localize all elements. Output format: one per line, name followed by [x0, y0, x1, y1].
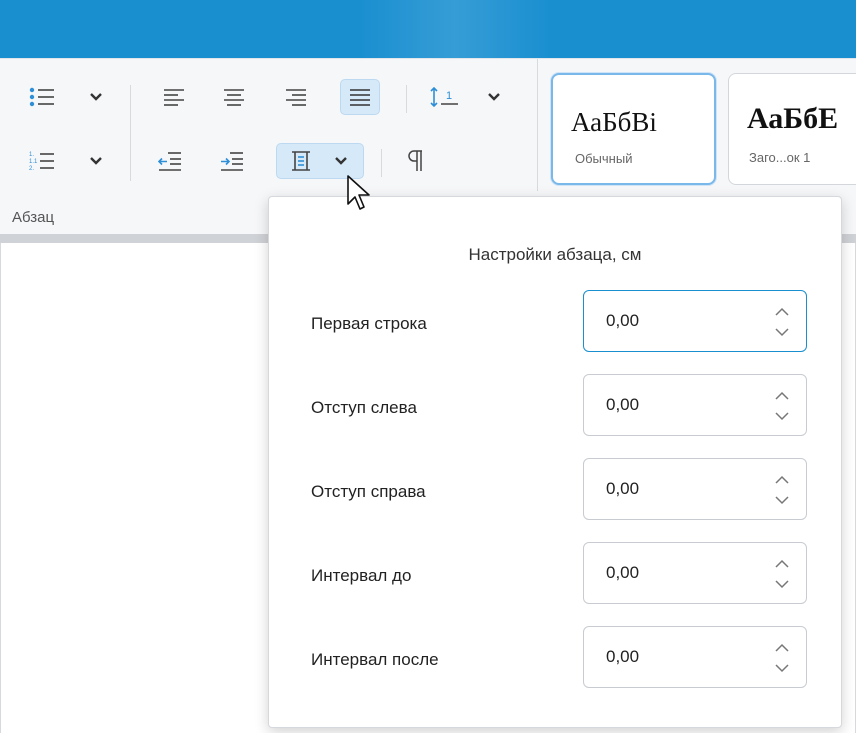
svg-text:1.: 1. — [29, 152, 34, 158]
spinner-arrows-icon[interactable] — [774, 471, 790, 509]
align-right-button[interactable] — [276, 79, 316, 115]
spinner-arrows-icon[interactable] — [774, 303, 790, 341]
paragraph-settings-icon — [292, 151, 347, 171]
separator — [130, 85, 131, 181]
paragraph-group-label: Абзац — [12, 209, 55, 226]
align-left-icon — [164, 89, 184, 106]
chevron-down-icon — [90, 93, 102, 101]
align-right-icon — [286, 89, 306, 106]
chevron-down-icon — [90, 157, 102, 165]
separator — [381, 149, 382, 177]
spacing-before-label: Интервал до — [311, 566, 412, 585]
numbered-list-icon: 1. 1.1 2. — [29, 152, 54, 172]
separator — [537, 59, 538, 191]
right-indent-field[interactable]: 0,00 — [583, 458, 807, 520]
decrease-indent-icon — [158, 152, 181, 171]
separator — [406, 85, 407, 113]
style-heading-1[interactable]: АаБбЕ Заго...ок 1 — [728, 73, 856, 185]
field-value: 0,00 — [606, 311, 640, 330]
field-value: 0,00 — [606, 563, 640, 582]
line-spacing-icon: 1 — [430, 86, 458, 108]
spacing-after-field[interactable]: 0,00 — [583, 626, 807, 688]
mouse-pointer-icon — [347, 175, 370, 210]
style-sample: АаБбВі — [571, 107, 657, 137]
title-bar-shade — [360, 0, 550, 58]
svg-text:1: 1 — [446, 90, 452, 102]
style-name: Заго...ок 1 — [749, 150, 811, 165]
paragraph-settings-popup: Настройки абзаца, см Первая строка 0,00 … — [268, 196, 842, 728]
bullet-list-icon — [29, 87, 54, 107]
bullet-list-button[interactable] — [22, 79, 62, 115]
line-spacing-dropdown[interactable] — [484, 79, 504, 115]
decrease-indent-button[interactable] — [150, 143, 190, 179]
pilcrow-icon — [408, 150, 422, 171]
align-center-icon — [224, 89, 244, 106]
increase-indent-icon — [221, 152, 243, 171]
align-left-button[interactable] — [154, 79, 194, 115]
field-value: 0,00 — [606, 647, 640, 666]
align-center-button[interactable] — [214, 79, 254, 115]
justify-button[interactable] — [340, 79, 380, 115]
svg-text:2.: 2. — [29, 166, 34, 172]
spacing-before-field[interactable]: 0,00 — [583, 542, 807, 604]
style-sample: АаБбЕ — [747, 102, 839, 135]
spinner-arrows-icon[interactable] — [774, 639, 790, 677]
chevron-down-icon — [488, 93, 500, 101]
svg-text:1.1: 1.1 — [29, 159, 38, 165]
line-spacing-button[interactable]: 1 — [424, 79, 464, 115]
increase-indent-button[interactable] — [212, 143, 252, 179]
numbered-list-button[interactable]: 1. 1.1 2. — [22, 143, 62, 179]
title-bar — [0, 0, 856, 58]
first-line-label: Первая строка — [311, 314, 427, 333]
popup-title: Настройки абзаца, см — [468, 245, 642, 264]
spinner-arrows-icon[interactable] — [774, 555, 790, 593]
field-value: 0,00 — [606, 479, 640, 498]
style-name: Обычный — [575, 151, 633, 166]
left-indent-field[interactable]: 0,00 — [583, 374, 807, 436]
first-line-field[interactable]: 0,00 — [583, 290, 807, 352]
show-formatting-button[interactable] — [396, 143, 436, 179]
field-value: 0,00 — [606, 395, 640, 414]
bullet-list-dropdown[interactable] — [86, 79, 106, 115]
style-normal[interactable]: АаБбВі Обычный — [551, 73, 716, 185]
numbered-list-dropdown[interactable] — [86, 143, 106, 179]
left-indent-label: Отступ слева — [311, 398, 417, 417]
spinner-arrows-icon[interactable] — [774, 387, 790, 425]
align-justify-icon — [350, 89, 370, 106]
right-indent-label: Отступ справа — [311, 482, 426, 501]
spacing-after-label: Интервал после — [311, 650, 439, 669]
